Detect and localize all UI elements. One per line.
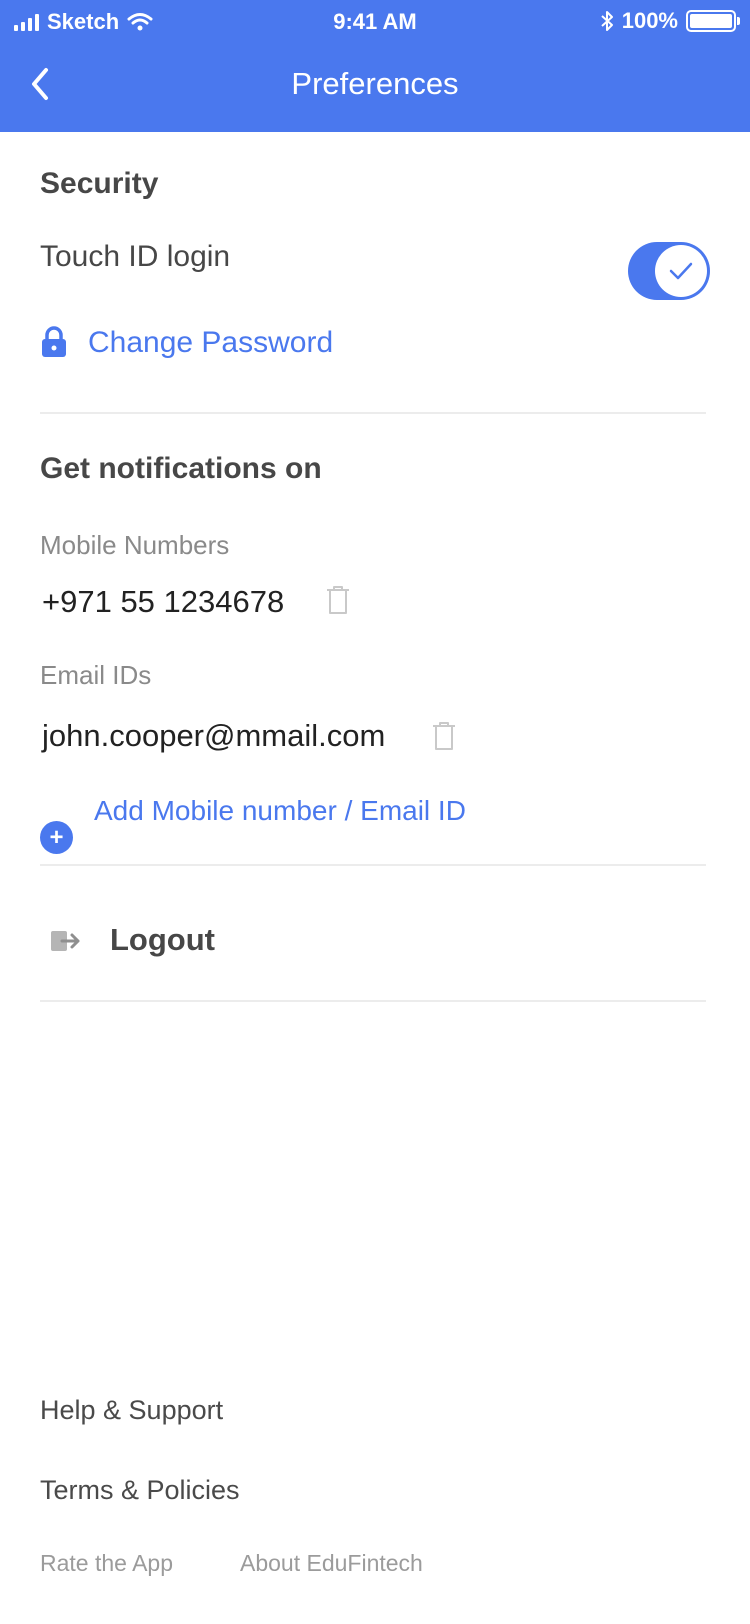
mobile-number-value: +971 55 1234678: [42, 584, 285, 619]
divider: [40, 412, 706, 414]
logout-icon: [51, 931, 80, 951]
status-right: 100%: [600, 8, 740, 34]
change-password-link[interactable]: Change Password: [88, 326, 333, 360]
divider: [40, 864, 706, 866]
email-value: john.cooper@mmail.com: [42, 718, 386, 753]
add-icon[interactable]: +: [40, 821, 73, 854]
add-contact-link[interactable]: Add Mobile number / Email ID: [94, 795, 466, 827]
touch-id-toggle[interactable]: [628, 242, 710, 300]
lock-icon: [42, 326, 66, 357]
logout-label: Logout: [110, 922, 216, 957]
toggle-knob: [655, 245, 707, 297]
battery-percent: 100%: [621, 8, 678, 33]
security-section-title: Security: [40, 167, 159, 200]
rate-app-link[interactable]: Rate the App: [40, 1550, 173, 1577]
touch-id-label: Touch ID login: [40, 240, 231, 273]
trash-icon[interactable]: [430, 720, 458, 752]
mobile-numbers-label: Mobile Numbers: [40, 530, 230, 560]
app-header: Sketch 9:41 AM 100% Preferences: [0, 0, 750, 132]
status-bar: Sketch 9:41 AM 100%: [0, 0, 750, 44]
about-link[interactable]: About EduFintech: [240, 1550, 423, 1577]
divider: [40, 1000, 706, 1002]
battery-icon: [686, 10, 740, 32]
email-ids-label: Email IDs: [40, 660, 152, 690]
page-title: Preferences: [291, 66, 459, 101]
help-support-link[interactable]: Help & Support: [40, 1395, 223, 1426]
notifications-section-title: Get notifications on: [40, 452, 322, 485]
nav-bar: Preferences: [0, 44, 750, 132]
terms-policies-link[interactable]: Terms & Policies: [40, 1475, 240, 1506]
checkmark-icon: [669, 262, 693, 280]
logout-button[interactable]: Logout: [40, 890, 706, 988]
trash-icon[interactable]: [324, 584, 352, 616]
bluetooth-icon: [601, 11, 613, 31]
